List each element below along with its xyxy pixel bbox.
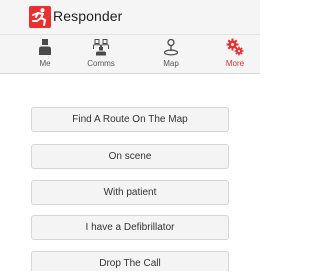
tab-comms[interactable]: Comms [73,35,129,73]
tab-comms-label: Comms [87,59,115,68]
tab-me-label: Me [39,59,51,68]
more-actions-panel: Find A Route On The Map On scene With pa… [0,74,260,271]
responder-logo-icon [29,6,51,28]
person-icon [36,38,54,56]
with-patient-button[interactable]: With patient [31,180,229,205]
app-header: Responder [0,0,260,35]
tab-map-label: Map [163,59,179,68]
app-title: Responder [53,8,123,24]
drop-call-button[interactable]: Drop The Call [31,251,229,271]
tab-me[interactable]: Me [17,35,73,73]
tab-more[interactable]: More [207,35,263,73]
find-route-button[interactable]: Find A Route On The Map [31,107,229,132]
gears-icon [226,38,244,56]
map-pin-icon [162,38,180,56]
tab-bar: Me Comms Map More [0,35,260,74]
tab-map[interactable]: Map [143,35,199,73]
tab-more-label: More [225,59,245,68]
defibrillator-button[interactable]: I have a Defibrillator [31,215,229,240]
people-icon [92,38,110,56]
on-scene-button[interactable]: On scene [31,144,229,169]
